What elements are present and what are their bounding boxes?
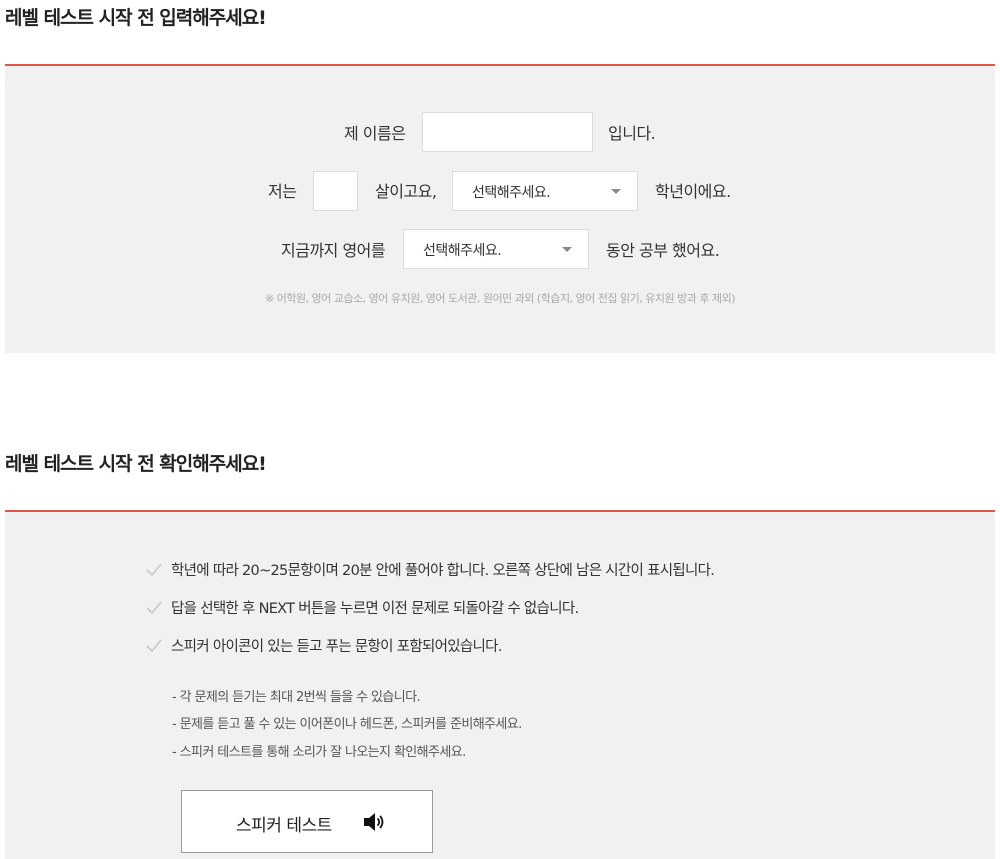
input-section-title: 레벨 테스트 시작 전 입력해주세요!	[5, 7, 267, 29]
age-row-middle: 살이고요,	[375, 182, 437, 201]
speaker-test-label: 스피커 테스트	[236, 816, 332, 836]
study-period-select[interactable]: 선택해주세요.	[403, 229, 589, 269]
age-row-prefix: 저는	[268, 182, 297, 201]
sub-note: - 각 문제의 듣기는 최대 2번씩 들을 수 있습니다.	[172, 690, 421, 705]
grade-select[interactable]: 선택해주세요.	[452, 171, 638, 211]
check-icon	[146, 639, 162, 653]
check-text: 스피커 아이콘이 있는 듣고 푸는 문항이 포함되어있습니다.	[171, 639, 502, 655]
sub-note: - 스피커 테스트를 통해 소리가 잘 나오는지 확인해주세요.	[172, 745, 466, 760]
confirm-section-title: 레벨 테스트 시작 전 확인해주세요!	[5, 453, 267, 475]
grade-select-value: 선택해주세요.	[472, 185, 551, 201]
check-icon	[146, 563, 162, 577]
study-footnote: ※ 어학원, 영어 교습소, 영어 유치원, 영어 도서관, 원어민 과외 (학…	[264, 292, 736, 305]
name-row-prefix: 제 이름은	[344, 124, 406, 143]
name-input[interactable]	[422, 112, 593, 152]
chevron-down-icon	[562, 247, 572, 252]
speaker-icon	[364, 813, 384, 831]
chevron-down-icon	[611, 189, 621, 194]
study-period-select-value: 선택해주세요.	[423, 243, 502, 259]
age-input[interactable]	[313, 171, 358, 211]
check-text: 답을 선택한 후 NEXT 버튼을 누르면 이전 문제로 되돌아갈 수 없습니다…	[171, 601, 579, 617]
name-row-suffix: 입니다.	[608, 124, 656, 143]
speaker-test-button[interactable]: 스피커 테스트	[181, 790, 433, 853]
study-row-prefix: 지금까지 영어를	[281, 241, 386, 260]
study-row-suffix: 동안 공부 했어요.	[606, 241, 720, 260]
sub-note: - 문제를 듣고 풀 수 있는 이어폰이나 헤드폰, 스피커를 준비해주세요.	[172, 717, 522, 732]
age-row-suffix: 학년이에요.	[655, 182, 731, 201]
check-icon	[146, 601, 162, 615]
check-text: 학년에 따라 20~25문항이며 20분 안에 풀어야 합니다. 오른쪽 상단에…	[171, 563, 715, 579]
